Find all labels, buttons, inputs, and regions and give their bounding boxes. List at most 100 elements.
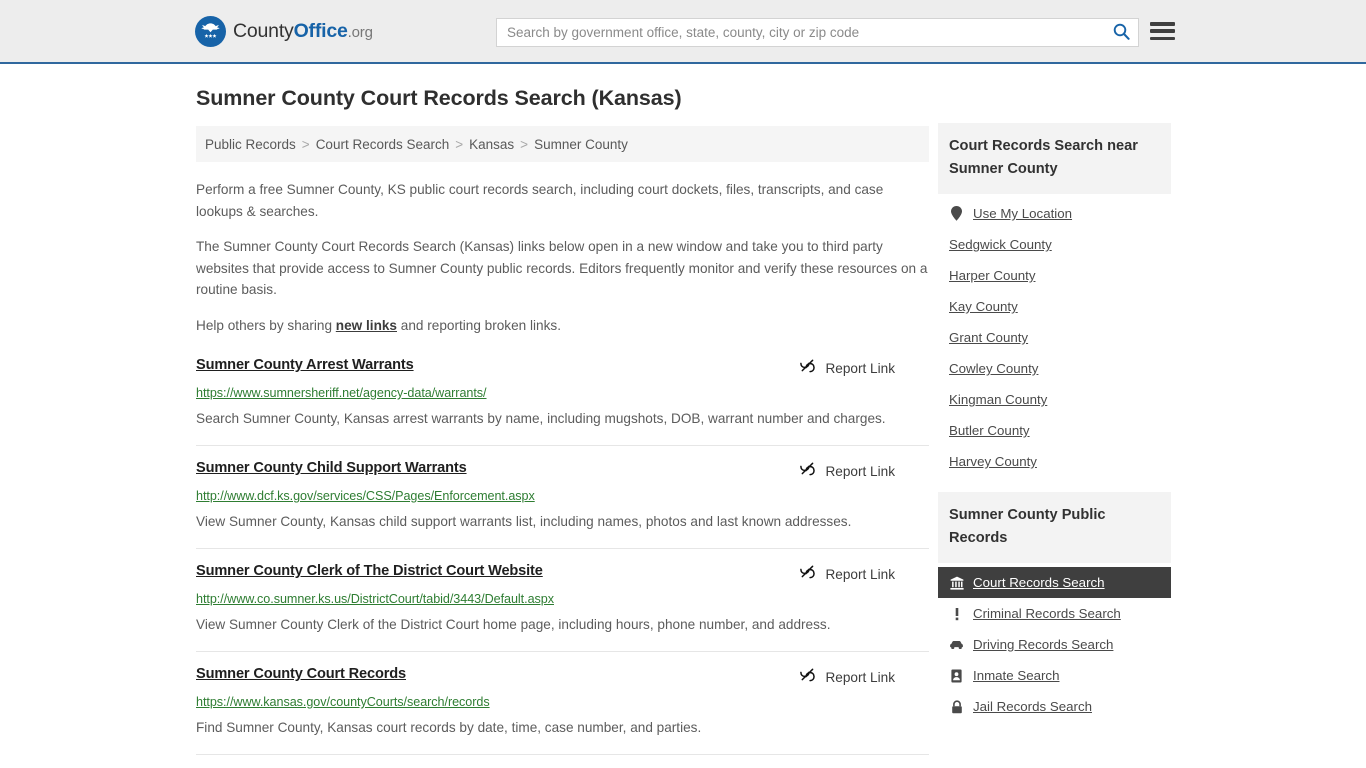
results-list: Sumner County Arrest Warrants Report Lin… — [196, 357, 929, 755]
sidebar-item-label: Jail Records Search — [973, 699, 1092, 714]
intro-paragraph-1: Perform a free Sumner County, KS public … — [196, 182, 884, 219]
sidebar-item-driving-records-search[interactable]: Driving Records Search — [938, 629, 1171, 660]
logo-text-office: Office — [293, 19, 348, 42]
report-link-label: Report Link — [825, 463, 895, 479]
result-url[interactable]: http://www.co.sumner.ks.us/DistrictCourt… — [196, 592, 929, 606]
result-header: Sumner County Child Support Warrants Rep… — [196, 460, 929, 482]
site-logo[interactable]: CountyOffice.org — [195, 16, 373, 47]
sidebar-item-sedgwick-county[interactable]: Sedgwick County — [938, 229, 1171, 260]
sidebar-item-label: Kingman County — [949, 392, 1048, 407]
hamburger-bar — [1150, 22, 1175, 26]
result-title-link[interactable]: Sumner County Clerk of The District Cour… — [196, 563, 543, 579]
site-header: CountyOffice.org — [0, 0, 1366, 64]
result-item: Sumner County Court Records Report Link … — [196, 666, 929, 755]
eagle-stars-seal-icon — [195, 16, 226, 47]
site-logo-text: CountyOffice.org — [233, 19, 373, 42]
exclamation-icon — [949, 607, 964, 621]
result-title-link[interactable]: Sumner County Arrest Warrants — [196, 357, 414, 373]
search-box — [496, 18, 1139, 47]
sidebar-item-butler-county[interactable]: Butler County — [938, 415, 1171, 446]
main-content: Sumner County Court Records Search (Kans… — [196, 86, 929, 768]
intro-text: Perform a free Sumner County, KS public … — [196, 179, 929, 336]
result-item: Sumner County Child Support Warrants Rep… — [196, 460, 929, 549]
public-records-panel-list: Court Records Search Criminal Records Se… — [938, 563, 1171, 722]
hamburger-bar — [1150, 29, 1175, 33]
map-pin-icon — [949, 206, 964, 221]
result-description: Find Sumner County, Kansas court records… — [196, 720, 702, 735]
breadcrumb-separator: > — [520, 136, 529, 152]
sidebar-item-grant-county[interactable]: Grant County — [938, 322, 1171, 353]
broken-link-icon — [799, 563, 816, 585]
report-link-button[interactable]: Report Link — [799, 563, 929, 585]
sidebar-item-kingman-county[interactable]: Kingman County — [938, 384, 1171, 415]
sidebar-item-harper-county[interactable]: Harper County — [938, 260, 1171, 291]
sidebar-item-inmate-search[interactable]: Inmate Search — [938, 660, 1171, 691]
intro-p3-before: Help others by sharing — [196, 317, 336, 333]
public-records-panel-heading: Sumner County Public Records — [938, 492, 1171, 563]
result-title-link[interactable]: Sumner County Child Support Warrants — [196, 460, 467, 476]
logo-text-org: .org — [347, 23, 373, 41]
sidebar-item-harvey-county[interactable]: Harvey County — [938, 446, 1171, 477]
sidebar-item-label: Driving Records Search — [973, 637, 1114, 652]
broken-link-icon — [799, 666, 816, 688]
courthouse-icon — [949, 576, 964, 590]
result-header: Sumner County Court Records Report Link — [196, 666, 929, 688]
sidebar-item-use-my-location[interactable]: Use My Location — [938, 198, 1171, 229]
nearby-panel: Court Records Search near Sumner County … — [938, 123, 1171, 477]
breadcrumb-item-public-records[interactable]: Public Records — [205, 137, 296, 152]
breadcrumb-item-sumner-county[interactable]: Sumner County — [534, 137, 628, 152]
sidebar-item-court-records-search[interactable]: Court Records Search — [938, 567, 1171, 598]
sidebar-item-label: Harper County — [949, 268, 1036, 283]
report-link-label: Report Link — [825, 566, 895, 582]
broken-link-icon — [799, 460, 816, 482]
intro-paragraph-3: Help others by sharing new links and rep… — [196, 315, 929, 337]
result-item: Sumner County Arrest Warrants Report Lin… — [196, 357, 929, 446]
result-header: Sumner County Arrest Warrants Report Lin… — [196, 357, 929, 379]
result-url[interactable]: https://www.kansas.gov/countyCourts/sear… — [196, 695, 929, 709]
sidebar-item-label: Grant County — [949, 330, 1029, 345]
result-header: Sumner County Clerk of The District Cour… — [196, 563, 929, 585]
report-link-label: Report Link — [825, 360, 895, 376]
report-link-button[interactable]: Report Link — [799, 666, 929, 688]
sidebar-item-label: Court Records Search — [973, 575, 1105, 590]
breadcrumb-item-court-records-search[interactable]: Court Records Search — [316, 137, 450, 152]
hamburger-menu-icon[interactable] — [1150, 20, 1175, 42]
breadcrumb-separator: > — [455, 136, 464, 152]
id-badge-icon — [949, 669, 964, 683]
broken-link-icon — [799, 357, 816, 379]
sidebar-item-label: Criminal Records Search — [973, 606, 1121, 621]
search-button[interactable] — [1104, 19, 1138, 46]
page-title: Sumner County Court Records Search (Kans… — [196, 86, 682, 110]
hamburger-bar — [1150, 36, 1175, 40]
result-description: View Sumner County, Kansas child support… — [196, 514, 852, 529]
result-title-link[interactable]: Sumner County Court Records — [196, 666, 406, 682]
breadcrumb-item-kansas[interactable]: Kansas — [469, 137, 514, 152]
report-link-button[interactable]: Report Link — [799, 357, 929, 379]
nearby-panel-list: Use My Location Sedgwick County Harper C… — [938, 194, 1171, 477]
sidebar-item-label: Kay County — [949, 299, 1018, 314]
search-input[interactable] — [497, 19, 1104, 46]
car-icon — [949, 639, 964, 651]
sidebar-item-criminal-records-search[interactable]: Criminal Records Search — [938, 598, 1171, 629]
public-records-panel: Sumner County Public Records Court Recor… — [938, 492, 1171, 722]
sidebar-item-label: Harvey County — [949, 454, 1037, 469]
breadcrumb: Public Records > Court Records Search > … — [196, 126, 929, 162]
sidebar-item-cowley-county[interactable]: Cowley County — [938, 353, 1171, 384]
sidebar-item-jail-records-search[interactable]: Jail Records Search — [938, 691, 1171, 722]
search-icon — [1113, 23, 1130, 43]
sidebar-item-label: Butler County — [949, 423, 1030, 438]
logo-text-county: County — [233, 19, 294, 42]
new-links-link[interactable]: new links — [336, 318, 397, 333]
result-url[interactable]: https://www.sumnersheriff.net/agency-dat… — [196, 386, 929, 400]
result-url[interactable]: http://www.dcf.ks.gov/services/CSS/Pages… — [196, 489, 929, 503]
sidebar-item-kay-county[interactable]: Kay County — [938, 291, 1171, 322]
result-description: Search Sumner County, Kansas arrest warr… — [196, 411, 886, 426]
sidebar-item-label: Use My Location — [973, 206, 1073, 221]
result-description: View Sumner County Clerk of the District… — [196, 617, 831, 632]
sidebar-item-label: Inmate Search — [973, 668, 1060, 683]
nearby-panel-heading: Court Records Search near Sumner County — [938, 123, 1171, 194]
report-link-button[interactable]: Report Link — [799, 460, 929, 482]
intro-paragraph-2: The Sumner County Court Records Search (… — [196, 239, 928, 297]
breadcrumb-separator: > — [301, 136, 310, 152]
sidebar-item-label: Cowley County — [949, 361, 1039, 376]
